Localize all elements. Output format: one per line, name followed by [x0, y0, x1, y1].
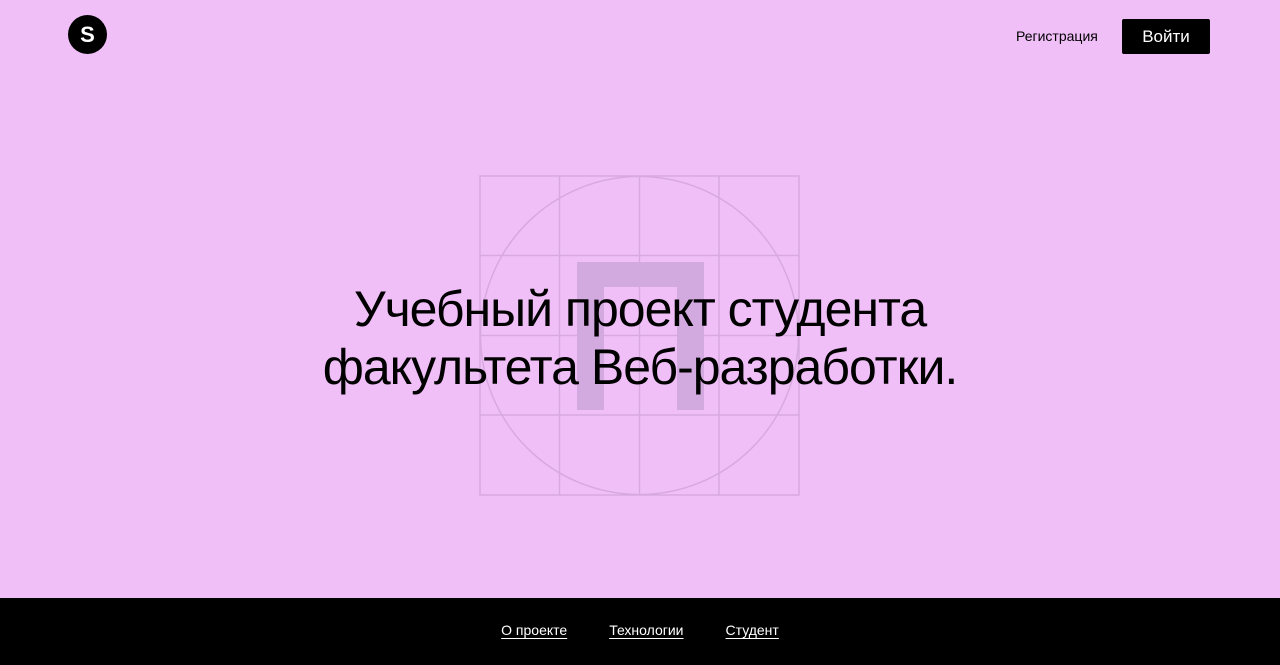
footer-link-technologies[interactable]: Технологии	[609, 621, 683, 639]
header: S Регистрация Войти	[0, 0, 1280, 72]
logo-icon[interactable]: S	[68, 15, 107, 54]
register-link[interactable]: Регистрация	[1016, 27, 1098, 45]
login-button[interactable]: Войти	[1122, 19, 1210, 54]
footer-link-student[interactable]: Студент	[726, 621, 779, 639]
footer-link-about[interactable]: О проекте	[501, 621, 567, 639]
hero-title: Учебный проект студента факультета Веб-р…	[240, 280, 1040, 396]
footer: О проекте Технологии Студент	[0, 598, 1280, 665]
hero-title-line-2: факультета Веб-разработки.	[322, 339, 959, 395]
hero-title-line-1: Учебный проект студента	[353, 281, 927, 337]
